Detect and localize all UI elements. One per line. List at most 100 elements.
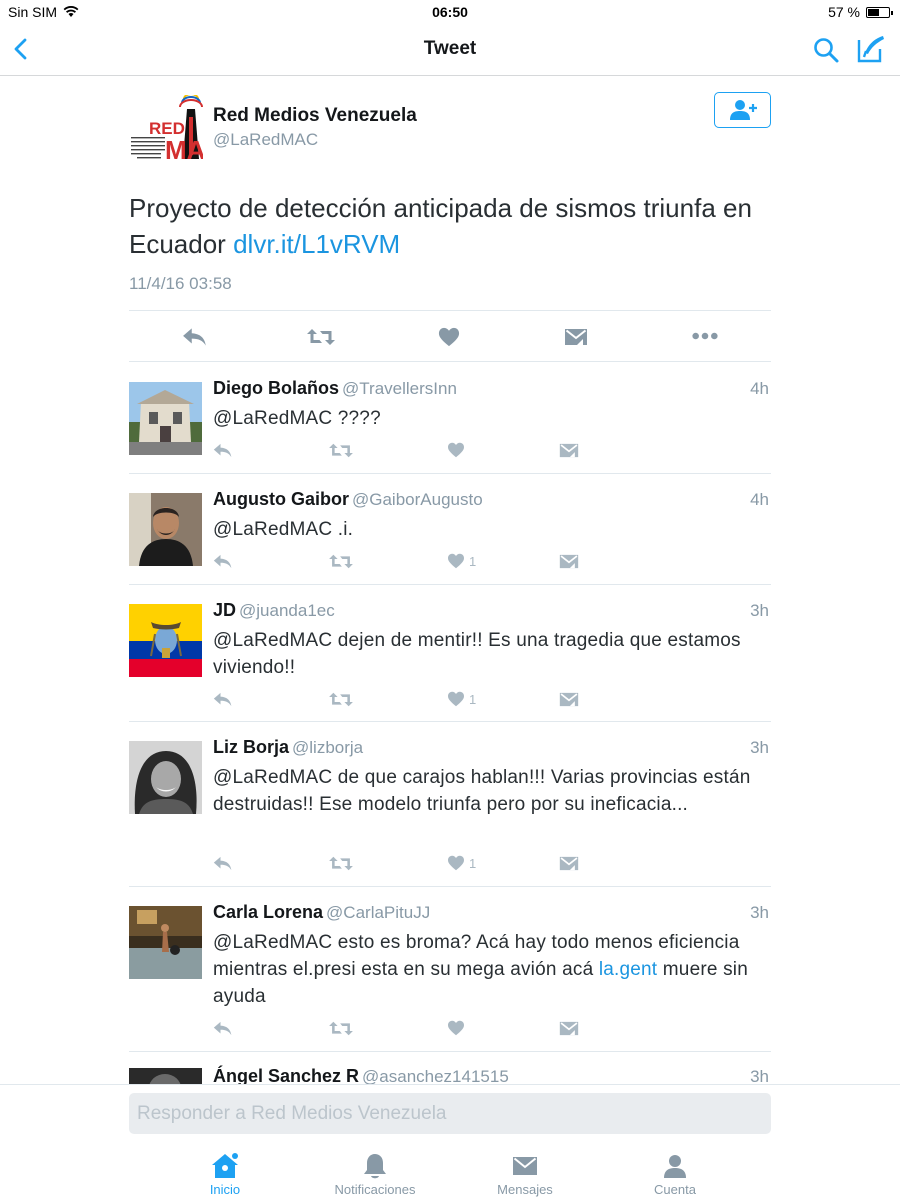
tab-label: Mensajes bbox=[497, 1182, 553, 1197]
bell-icon bbox=[364, 1154, 386, 1179]
direct-message-icon[interactable] bbox=[559, 689, 579, 709]
reply-icon[interactable] bbox=[213, 853, 233, 873]
more-options-icon[interactable] bbox=[691, 331, 719, 341]
avatar[interactable] bbox=[129, 741, 202, 814]
reply-actions: 1 bbox=[213, 689, 613, 711]
reply-composer[interactable] bbox=[129, 1093, 771, 1134]
tab-messages[interactable]: Mensajes bbox=[450, 1150, 600, 1197]
avatar[interactable] bbox=[129, 493, 202, 566]
tweet-timestamp: 11/4/16 03:58 bbox=[129, 274, 232, 293]
tab-label: Notificaciones bbox=[334, 1182, 416, 1197]
retweet-icon[interactable] bbox=[329, 853, 353, 873]
compose-tweet-icon[interactable] bbox=[856, 34, 886, 64]
tweet-link[interactable]: dlvr.it/L1vRVM bbox=[233, 229, 400, 259]
tab-home[interactable]: Inicio bbox=[150, 1150, 300, 1197]
avatar[interactable] bbox=[129, 906, 202, 979]
like-icon[interactable] bbox=[438, 325, 460, 349]
red-medios-logo[interactable]: RED MA bbox=[129, 93, 206, 169]
tweet-actions bbox=[129, 310, 771, 362]
like-icon[interactable]: 1 bbox=[447, 689, 476, 709]
reply-actions bbox=[213, 1018, 613, 1040]
author-name[interactable]: Red Medios Venezuela bbox=[213, 105, 417, 127]
reply-link[interactable]: la.gent bbox=[599, 959, 657, 980]
reply-author-handle[interactable]: @GaiborAugusto bbox=[352, 490, 483, 509]
direct-message-icon[interactable] bbox=[559, 440, 579, 460]
reply-tweet[interactable]: Augusto Gaibor @GaiborAugusto 4h @LaRedMA… bbox=[129, 485, 771, 585]
reply-author-name[interactable]: Diego Bolaños bbox=[213, 378, 339, 398]
reply-time: 3h bbox=[750, 601, 769, 620]
reply-input[interactable] bbox=[129, 1093, 771, 1134]
envelope-icon bbox=[513, 1157, 537, 1175]
reply-tweet[interactable]: Liz Borja @lizborja 3h @LaRedMAC de que c… bbox=[129, 733, 771, 887]
reply-icon[interactable] bbox=[213, 551, 233, 571]
home-icon bbox=[212, 1153, 238, 1178]
retweet-icon[interactable] bbox=[307, 325, 335, 349]
reply-author-name[interactable]: Augusto Gaibor bbox=[213, 489, 349, 509]
tab-account[interactable]: Cuenta bbox=[600, 1150, 750, 1197]
direct-message-icon[interactable] bbox=[559, 1018, 579, 1038]
reply-header: Ángel Sanchez R @asanchez141515 bbox=[213, 1066, 509, 1084]
status-bar: Sin SIM 06:50 57 % bbox=[0, 0, 900, 24]
reply-author-handle[interactable]: @asanchez141515 bbox=[362, 1067, 509, 1084]
author-handle[interactable]: @LaRedMAC bbox=[213, 130, 318, 150]
like-icon[interactable]: 1 bbox=[447, 853, 476, 873]
direct-message-icon[interactable] bbox=[564, 325, 588, 349]
reply-bar-divider bbox=[0, 1084, 900, 1085]
reply-actions: 1 bbox=[213, 853, 613, 875]
reply-icon[interactable] bbox=[213, 1018, 233, 1038]
like-count: 1 bbox=[469, 553, 477, 569]
reply-tweet[interactable]: JD @juanda1ec 3h @LaRedMAC dejen de menti… bbox=[129, 596, 771, 722]
reply-icon[interactable] bbox=[182, 325, 208, 349]
reply-time: 3h bbox=[750, 1067, 769, 1084]
reply-time: 4h bbox=[750, 490, 769, 509]
reply-author-name[interactable]: Liz Borja bbox=[213, 737, 289, 757]
direct-message-icon[interactable] bbox=[559, 551, 579, 571]
tweet-text: Proyecto de detección anticipada de sism… bbox=[129, 190, 789, 262]
reply-tweet[interactable]: Diego Bolaños @TravellersInn 4h @LaRedMAC… bbox=[129, 374, 771, 474]
reply-author-name[interactable]: JD bbox=[213, 600, 236, 620]
reply-time: 4h bbox=[750, 379, 769, 398]
like-icon[interactable] bbox=[447, 1018, 469, 1038]
tab-label: Cuenta bbox=[654, 1182, 696, 1197]
direct-message-icon[interactable] bbox=[559, 853, 579, 873]
avatar[interactable] bbox=[129, 604, 202, 677]
reply-text: @LaRedMAC esto es broma? Acá hay todo me… bbox=[213, 929, 761, 1010]
reply-author-name[interactable]: Carla Lorena bbox=[213, 902, 323, 922]
status-time: 06:50 bbox=[432, 4, 468, 20]
retweet-icon[interactable] bbox=[329, 1018, 353, 1038]
reply-time: 3h bbox=[750, 903, 769, 922]
reply-text: @LaRedMAC de que carajos hablan!!! Varia… bbox=[213, 767, 751, 815]
reply-header: Augusto Gaibor @GaiborAugusto bbox=[213, 489, 483, 510]
reply-icon[interactable] bbox=[213, 440, 233, 460]
reply-header: Liz Borja @lizborja bbox=[213, 737, 363, 758]
follow-button[interactable] bbox=[714, 92, 771, 128]
tab-label: Inicio bbox=[209, 1182, 241, 1197]
reply-text: @LaRedMAC .i. bbox=[213, 519, 354, 540]
reply-tweet[interactable]: Ángel Sanchez R @asanchez141515 3h bbox=[129, 1063, 771, 1084]
battery-icon bbox=[866, 6, 893, 18]
reply-time: 3h bbox=[750, 738, 769, 757]
reply-author-name[interactable]: Ángel Sanchez R bbox=[213, 1066, 359, 1084]
avatar[interactable] bbox=[129, 1068, 202, 1084]
reply-header: Carla Lorena @CarlaPituJJ bbox=[213, 902, 430, 923]
reply-author-handle[interactable]: @CarlaPituJJ bbox=[326, 903, 430, 922]
reply-header: JD @juanda1ec bbox=[213, 600, 335, 621]
like-count: 1 bbox=[469, 855, 477, 871]
reply-text: @LaRedMAC ???? bbox=[213, 408, 381, 429]
reply-author-handle[interactable]: @juanda1ec bbox=[239, 601, 335, 620]
avatar[interactable] bbox=[129, 382, 202, 455]
like-icon[interactable]: 1 bbox=[447, 551, 476, 571]
reply-icon[interactable] bbox=[213, 689, 233, 709]
retweet-icon[interactable] bbox=[329, 551, 353, 571]
reply-author-handle[interactable]: @lizborja bbox=[292, 738, 363, 757]
reply-tweet[interactable]: Carla Lorena @CarlaPituJJ 3h @LaRedMAC es… bbox=[129, 898, 771, 1052]
like-count: 1 bbox=[469, 691, 477, 707]
nav-bar: Tweet bbox=[0, 24, 900, 76]
tab-notifications[interactable]: Notificaciones bbox=[300, 1150, 450, 1197]
like-icon[interactable] bbox=[447, 440, 469, 460]
person-icon bbox=[664, 1155, 686, 1178]
retweet-icon[interactable] bbox=[329, 440, 353, 460]
search-icon[interactable] bbox=[812, 36, 840, 64]
retweet-icon[interactable] bbox=[329, 689, 353, 709]
reply-author-handle[interactable]: @TravellersInn bbox=[342, 379, 457, 398]
